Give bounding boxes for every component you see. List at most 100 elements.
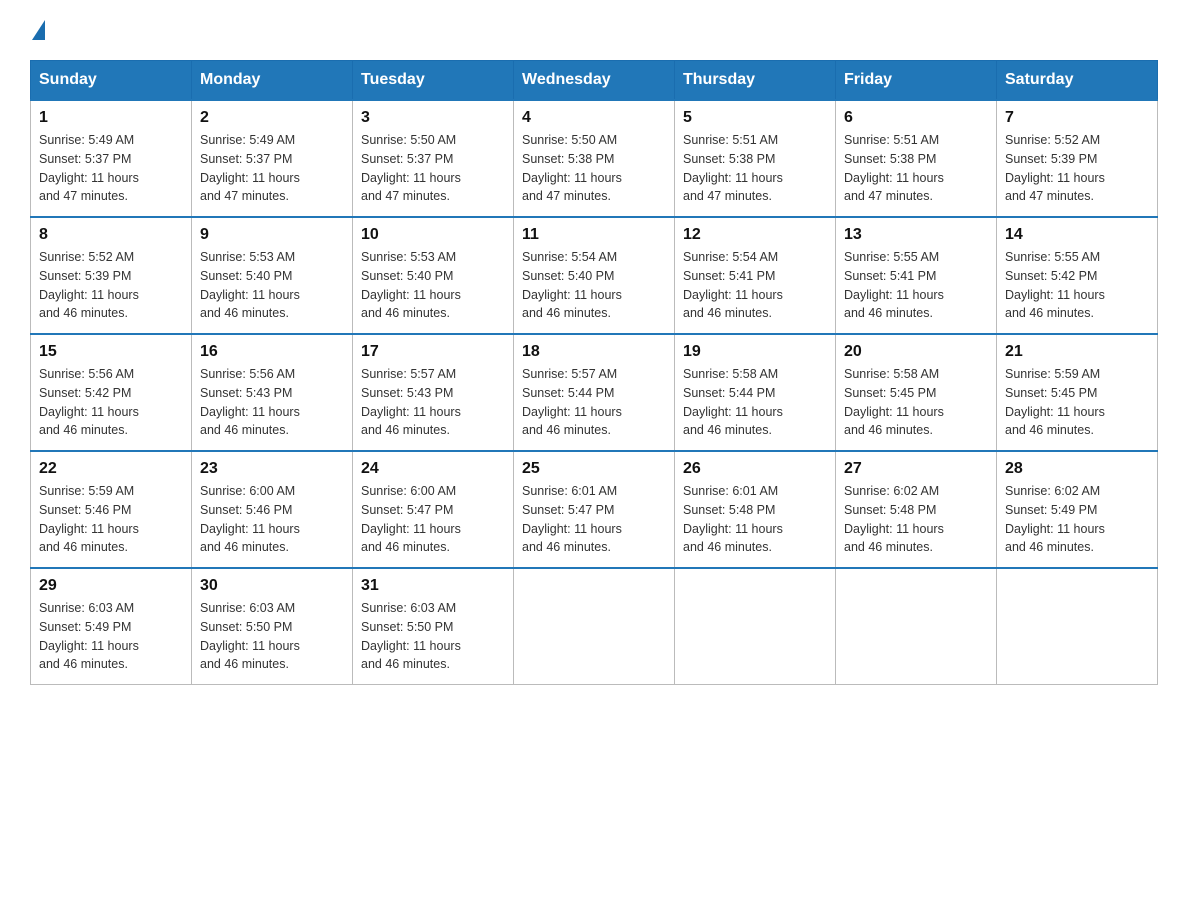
day-number: 25 — [522, 460, 666, 478]
calendar-day-cell: 10 Sunrise: 5:53 AMSunset: 5:40 PMDaylig… — [353, 217, 514, 334]
calendar-day-cell: 11 Sunrise: 5:54 AMSunset: 5:40 PMDaylig… — [514, 217, 675, 334]
day-number: 29 — [39, 577, 183, 595]
day-info: Sunrise: 6:03 AMSunset: 5:50 PMDaylight:… — [200, 599, 344, 674]
calendar-table: SundayMondayTuesdayWednesdayThursdayFrid… — [30, 60, 1158, 685]
day-info: Sunrise: 6:02 AMSunset: 5:49 PMDaylight:… — [1005, 482, 1149, 557]
calendar-week-row: 22 Sunrise: 5:59 AMSunset: 5:46 PMDaylig… — [31, 451, 1158, 568]
calendar-day-cell: 5 Sunrise: 5:51 AMSunset: 5:38 PMDayligh… — [675, 100, 836, 217]
day-info: Sunrise: 5:55 AMSunset: 5:42 PMDaylight:… — [1005, 248, 1149, 323]
calendar-day-cell: 3 Sunrise: 5:50 AMSunset: 5:37 PMDayligh… — [353, 100, 514, 217]
calendar-day-cell — [997, 568, 1158, 685]
day-info: Sunrise: 6:03 AMSunset: 5:50 PMDaylight:… — [361, 599, 505, 674]
day-number: 22 — [39, 460, 183, 478]
calendar-day-cell — [836, 568, 997, 685]
calendar-day-cell: 24 Sunrise: 6:00 AMSunset: 5:47 PMDaylig… — [353, 451, 514, 568]
calendar-day-cell: 25 Sunrise: 6:01 AMSunset: 5:47 PMDaylig… — [514, 451, 675, 568]
calendar-day-cell: 2 Sunrise: 5:49 AMSunset: 5:37 PMDayligh… — [192, 100, 353, 217]
day-number: 19 — [683, 343, 827, 361]
calendar-header-row: SundayMondayTuesdayWednesdayThursdayFrid… — [31, 61, 1158, 101]
day-info: Sunrise: 5:51 AMSunset: 5:38 PMDaylight:… — [683, 131, 827, 206]
day-info: Sunrise: 5:52 AMSunset: 5:39 PMDaylight:… — [1005, 131, 1149, 206]
day-info: Sunrise: 5:56 AMSunset: 5:43 PMDaylight:… — [200, 365, 344, 440]
logo — [30, 20, 45, 42]
calendar-day-cell: 16 Sunrise: 5:56 AMSunset: 5:43 PMDaylig… — [192, 334, 353, 451]
day-info: Sunrise: 6:00 AMSunset: 5:46 PMDaylight:… — [200, 482, 344, 557]
calendar-day-cell: 12 Sunrise: 5:54 AMSunset: 5:41 PMDaylig… — [675, 217, 836, 334]
day-number: 15 — [39, 343, 183, 361]
calendar-day-cell: 22 Sunrise: 5:59 AMSunset: 5:46 PMDaylig… — [31, 451, 192, 568]
day-number: 1 — [39, 109, 183, 127]
day-number: 6 — [844, 109, 988, 127]
day-number: 26 — [683, 460, 827, 478]
day-of-week-header: Saturday — [997, 61, 1158, 101]
day-info: Sunrise: 6:01 AMSunset: 5:48 PMDaylight:… — [683, 482, 827, 557]
day-info: Sunrise: 6:03 AMSunset: 5:49 PMDaylight:… — [39, 599, 183, 674]
calendar-day-cell: 6 Sunrise: 5:51 AMSunset: 5:38 PMDayligh… — [836, 100, 997, 217]
day-info: Sunrise: 6:01 AMSunset: 5:47 PMDaylight:… — [522, 482, 666, 557]
calendar-day-cell: 20 Sunrise: 5:58 AMSunset: 5:45 PMDaylig… — [836, 334, 997, 451]
day-info: Sunrise: 5:51 AMSunset: 5:38 PMDaylight:… — [844, 131, 988, 206]
calendar-week-row: 15 Sunrise: 5:56 AMSunset: 5:42 PMDaylig… — [31, 334, 1158, 451]
day-of-week-header: Monday — [192, 61, 353, 101]
day-info: Sunrise: 6:00 AMSunset: 5:47 PMDaylight:… — [361, 482, 505, 557]
day-number: 30 — [200, 577, 344, 595]
day-number: 8 — [39, 226, 183, 244]
calendar-day-cell: 8 Sunrise: 5:52 AMSunset: 5:39 PMDayligh… — [31, 217, 192, 334]
calendar-day-cell — [675, 568, 836, 685]
day-info: Sunrise: 5:49 AMSunset: 5:37 PMDaylight:… — [39, 131, 183, 206]
day-info: Sunrise: 5:57 AMSunset: 5:44 PMDaylight:… — [522, 365, 666, 440]
day-number: 10 — [361, 226, 505, 244]
day-of-week-header: Friday — [836, 61, 997, 101]
day-info: Sunrise: 5:53 AMSunset: 5:40 PMDaylight:… — [200, 248, 344, 323]
day-of-week-header: Wednesday — [514, 61, 675, 101]
day-number: 3 — [361, 109, 505, 127]
day-number: 2 — [200, 109, 344, 127]
calendar-day-cell: 21 Sunrise: 5:59 AMSunset: 5:45 PMDaylig… — [997, 334, 1158, 451]
calendar-day-cell: 19 Sunrise: 5:58 AMSunset: 5:44 PMDaylig… — [675, 334, 836, 451]
calendar-day-cell — [514, 568, 675, 685]
day-number: 16 — [200, 343, 344, 361]
day-info: Sunrise: 5:53 AMSunset: 5:40 PMDaylight:… — [361, 248, 505, 323]
day-info: Sunrise: 5:59 AMSunset: 5:46 PMDaylight:… — [39, 482, 183, 557]
calendar-week-row: 1 Sunrise: 5:49 AMSunset: 5:37 PMDayligh… — [31, 100, 1158, 217]
calendar-week-row: 29 Sunrise: 6:03 AMSunset: 5:49 PMDaylig… — [31, 568, 1158, 685]
day-info: Sunrise: 5:54 AMSunset: 5:41 PMDaylight:… — [683, 248, 827, 323]
day-info: Sunrise: 5:58 AMSunset: 5:45 PMDaylight:… — [844, 365, 988, 440]
day-number: 13 — [844, 226, 988, 244]
day-info: Sunrise: 5:50 AMSunset: 5:37 PMDaylight:… — [361, 131, 505, 206]
page-header — [30, 20, 1158, 42]
calendar-day-cell: 15 Sunrise: 5:56 AMSunset: 5:42 PMDaylig… — [31, 334, 192, 451]
day-info: Sunrise: 5:54 AMSunset: 5:40 PMDaylight:… — [522, 248, 666, 323]
day-number: 20 — [844, 343, 988, 361]
calendar-day-cell: 9 Sunrise: 5:53 AMSunset: 5:40 PMDayligh… — [192, 217, 353, 334]
calendar-day-cell: 23 Sunrise: 6:00 AMSunset: 5:46 PMDaylig… — [192, 451, 353, 568]
day-number: 5 — [683, 109, 827, 127]
day-number: 28 — [1005, 460, 1149, 478]
day-of-week-header: Thursday — [675, 61, 836, 101]
day-info: Sunrise: 5:52 AMSunset: 5:39 PMDaylight:… — [39, 248, 183, 323]
calendar-day-cell: 30 Sunrise: 6:03 AMSunset: 5:50 PMDaylig… — [192, 568, 353, 685]
calendar-day-cell: 27 Sunrise: 6:02 AMSunset: 5:48 PMDaylig… — [836, 451, 997, 568]
calendar-day-cell: 7 Sunrise: 5:52 AMSunset: 5:39 PMDayligh… — [997, 100, 1158, 217]
day-number: 9 — [200, 226, 344, 244]
calendar-day-cell: 28 Sunrise: 6:02 AMSunset: 5:49 PMDaylig… — [997, 451, 1158, 568]
day-info: Sunrise: 5:56 AMSunset: 5:42 PMDaylight:… — [39, 365, 183, 440]
day-number: 31 — [361, 577, 505, 595]
day-info: Sunrise: 5:58 AMSunset: 5:44 PMDaylight:… — [683, 365, 827, 440]
day-info: Sunrise: 5:57 AMSunset: 5:43 PMDaylight:… — [361, 365, 505, 440]
calendar-day-cell: 31 Sunrise: 6:03 AMSunset: 5:50 PMDaylig… — [353, 568, 514, 685]
day-number: 7 — [1005, 109, 1149, 127]
day-number: 14 — [1005, 226, 1149, 244]
day-info: Sunrise: 5:55 AMSunset: 5:41 PMDaylight:… — [844, 248, 988, 323]
day-number: 11 — [522, 226, 666, 244]
day-info: Sunrise: 5:49 AMSunset: 5:37 PMDaylight:… — [200, 131, 344, 206]
day-info: Sunrise: 6:02 AMSunset: 5:48 PMDaylight:… — [844, 482, 988, 557]
day-number: 18 — [522, 343, 666, 361]
day-number: 24 — [361, 460, 505, 478]
day-number: 21 — [1005, 343, 1149, 361]
day-of-week-header: Sunday — [31, 61, 192, 101]
day-number: 23 — [200, 460, 344, 478]
day-number: 27 — [844, 460, 988, 478]
day-of-week-header: Tuesday — [353, 61, 514, 101]
calendar-day-cell: 18 Sunrise: 5:57 AMSunset: 5:44 PMDaylig… — [514, 334, 675, 451]
